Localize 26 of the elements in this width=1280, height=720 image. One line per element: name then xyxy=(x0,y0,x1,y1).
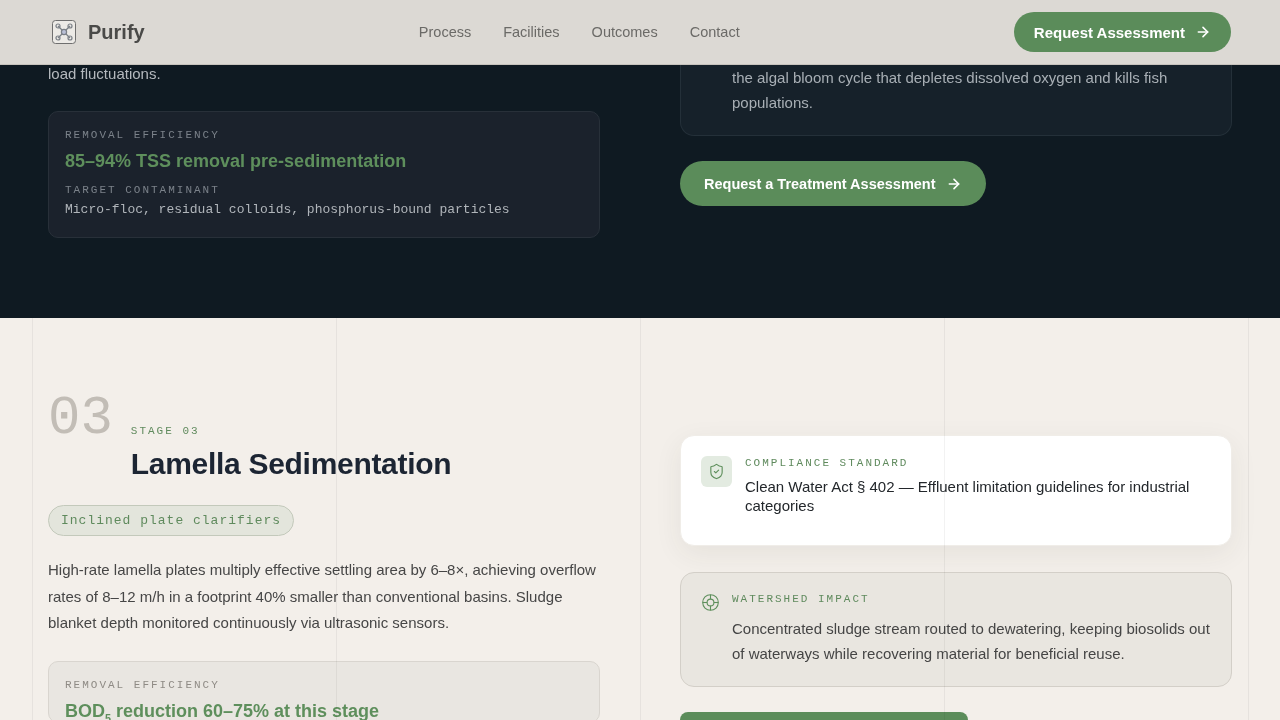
stage-eyebrow: STAGE 03 xyxy=(130,424,201,439)
impact-text: the algal bloom cycle that depletes dissolved oxygen and kills fish populations. xyxy=(732,68,1169,113)
crosshair-icon xyxy=(702,594,719,611)
impact-text: Concentrated sludge stream routed to dewatering, keeping biosolids out of waterways while recovering material for beneficial reuse. xyxy=(732,619,1211,664)
nav-link[interactable]: Process xyxy=(418,24,472,40)
compliance-text: Clean Water Act § 402 — Effluent limitation guidelines for industrial categories xyxy=(745,477,1191,515)
description-text: load fluctuations. xyxy=(48,65,161,83)
technology-tag: Inclined plate clarifiers xyxy=(48,505,295,536)
compliance-label: COMPLIANCE STANDARD xyxy=(745,456,910,470)
impact-label: WATERSHED IMPACT xyxy=(732,592,871,606)
shield-check-icon xyxy=(701,456,732,487)
treatment-assessment-button[interactable]: Request a Treatment Assessment xyxy=(680,161,986,206)
cut-off-button[interactable] xyxy=(680,712,968,720)
metric-label: REMOVAL EFFICIENCY xyxy=(65,677,221,692)
nav-link[interactable]: Contact xyxy=(689,24,740,40)
brand-name: Purify xyxy=(88,20,145,44)
logo-icon xyxy=(52,20,76,44)
stage-title: Lamella Sedimentation xyxy=(130,446,452,482)
stage-description: High-rate lamella plates multiply effective settling area by 6–8×, achieving overflow rates of 8–12 m/h in a footprint 40% smaller than conventional basins. Sludge blanket depth monitored continuously via ultrasonic sensors. xyxy=(48,560,597,633)
nav-link[interactable]: Outcomes xyxy=(591,24,658,40)
metric-label: TARGET CONTAMINANT xyxy=(65,183,221,197)
metric-value: 85–94% TSS removal pre-sedimentation xyxy=(65,150,408,172)
nav-link[interactable]: Facilities xyxy=(503,24,560,40)
request-assessment-button[interactable]: Request Assessment xyxy=(1013,12,1231,52)
metric-value: Micro-floc, residual colloids, phosphorus-bound particles xyxy=(65,201,511,219)
metric-label: REMOVAL EFFICIENCY xyxy=(65,128,221,142)
